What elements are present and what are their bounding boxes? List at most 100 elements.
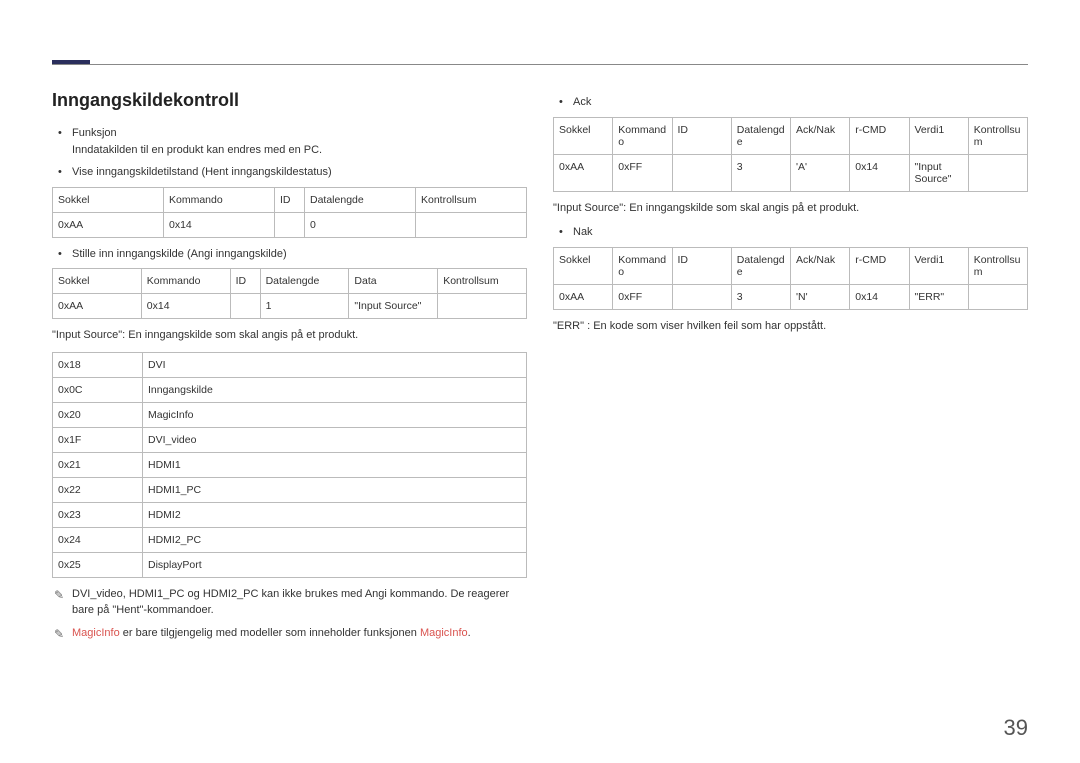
table-header-cell: ID: [275, 187, 305, 212]
table-header-cell: Datalengde: [731, 247, 790, 284]
ack-desc: "Input Source": En inngangskilde som ska…: [553, 200, 1028, 217]
table-ack: SokkelKommandoIDDatalengdeAck/Nakr-CMDVe…: [553, 117, 1028, 192]
table-row: 0x1FDVI_video: [53, 427, 527, 452]
nak-label: Nak: [573, 226, 593, 238]
table-cell: 'A': [791, 154, 850, 191]
table-codes: 0x18DVI0x0CInngangskilde0x20MagicInfo0x1…: [52, 352, 527, 578]
table-header-cell: Datalengde: [260, 269, 349, 294]
table-cell: DisplayPort: [143, 552, 527, 577]
table-cell: [275, 212, 305, 237]
table-header-cell: Sokkel: [53, 269, 142, 294]
table-cell: 0x14: [850, 154, 909, 191]
table-cell: 1: [260, 294, 349, 319]
table-nak: SokkelKommandoIDDatalengdeAck/Nakr-CMDVe…: [553, 247, 1028, 310]
table-row: 0x23HDMI2: [53, 502, 527, 527]
table-header-cell: Kontrollsum: [968, 117, 1027, 154]
table-header-cell: Verdi1: [909, 117, 968, 154]
table-cell: 0x22: [53, 477, 143, 502]
table-cell: 0x14: [850, 284, 909, 309]
table-header-cell: Ack/Nak: [791, 247, 850, 284]
table-header-cell: Kontrollsum: [416, 187, 527, 212]
note2-end: .: [468, 627, 471, 639]
table-cell: 0x14: [164, 212, 275, 237]
stille-item: Stille inn inngangskilde (Angi inngangsk…: [52, 246, 527, 263]
table-row: 0x0CInngangskilde: [53, 377, 527, 402]
table-header-cell: Ack/Nak: [791, 117, 850, 154]
table-cell: [968, 284, 1027, 309]
table-cell: 3: [731, 284, 790, 309]
table-header-cell: Kontrollsum: [438, 269, 527, 294]
note2-text: er bare tilgjengelig med modeller som in…: [120, 627, 420, 639]
table-cell: [672, 154, 731, 191]
table-header-cell: Kommando: [164, 187, 275, 212]
input-source-desc: "Input Source": En inngangskilde som ska…: [52, 327, 527, 344]
table-row: 0x24HDMI2_PC: [53, 527, 527, 552]
nak-desc: "ERR" : En kode som viser hvilken feil s…: [553, 318, 1028, 335]
table-header-cell: Verdi1: [909, 247, 968, 284]
table-cell: HDMI2_PC: [143, 527, 527, 552]
table-cell: HDMI1: [143, 452, 527, 477]
table-row: 0x21HDMI1: [53, 452, 527, 477]
table-cell: [968, 154, 1027, 191]
table-cell: 0xFF: [613, 284, 672, 309]
table-header-cell: Kommando: [613, 117, 672, 154]
right-column: Ack SokkelKommandoIDDatalengdeAck/Nakr-C…: [553, 90, 1028, 647]
table-cell: "Input Source": [909, 154, 968, 191]
left-column: Inngangskildekontroll Funksjon Inndataki…: [52, 90, 527, 647]
table-header-cell: Sokkel: [554, 247, 613, 284]
table-cell: 0x18: [53, 352, 143, 377]
table-header-cell: Sokkel: [53, 187, 164, 212]
table-cell: [230, 294, 260, 319]
page-number: 39: [1004, 715, 1028, 741]
table-header-cell: Kommando: [141, 269, 230, 294]
vise-item: Vise inngangskildetilstand (Hent inngang…: [52, 164, 527, 181]
table-vise: SokkelKommandoIDDatalengdeKontrollsum 0x…: [52, 187, 527, 238]
magicinfo-highlight-2: MagicInfo: [420, 627, 468, 639]
vise-label: Vise inngangskildetilstand (Hent inngang…: [72, 166, 332, 178]
table-cell: [438, 294, 527, 319]
table-header-cell: ID: [672, 247, 731, 284]
table-cell: Inngangskilde: [143, 377, 527, 402]
table-cell: 0x20: [53, 402, 143, 427]
table-row: 0x25DisplayPort: [53, 552, 527, 577]
table-header-cell: Kontrollsum: [968, 247, 1027, 284]
table-cell: MagicInfo: [143, 402, 527, 427]
header-divider: [52, 64, 1028, 65]
note-magicinfo: MagicInfo er bare tilgjengelig med model…: [52, 625, 527, 642]
table-header-cell: Datalengde: [305, 187, 416, 212]
magicinfo-highlight-1: MagicInfo: [72, 627, 120, 639]
table-cell: 0x23: [53, 502, 143, 527]
table-cell: "ERR": [909, 284, 968, 309]
table-cell: "Input Source": [349, 294, 438, 319]
table-header-cell: Sokkel: [554, 117, 613, 154]
table-cell: 0x25: [53, 552, 143, 577]
table-cell: 0xAA: [53, 294, 142, 319]
table-cell: 0: [305, 212, 416, 237]
table-cell: [416, 212, 527, 237]
table-cell: 0xFF: [613, 154, 672, 191]
table-header-cell: ID: [230, 269, 260, 294]
table-cell: 3: [731, 154, 790, 191]
table-header-cell: r-CMD: [850, 247, 909, 284]
ack-label: Ack: [573, 96, 591, 108]
table-cell: 0x1F: [53, 427, 143, 452]
table-header-cell: Data: [349, 269, 438, 294]
table-cell: 0x14: [141, 294, 230, 319]
note-dvi: DVI_video, HDMI1_PC og HDMI2_PC kan ikke…: [52, 586, 527, 619]
table-row: 0x20MagicInfo: [53, 402, 527, 427]
table-stille: SokkelKommandoIDDatalengdeDataKontrollsu…: [52, 268, 527, 319]
table-cell: HDMI1_PC: [143, 477, 527, 502]
content-columns: Inngangskildekontroll Funksjon Inndataki…: [52, 90, 1028, 647]
table-cell: 0xAA: [554, 284, 613, 309]
funksjon-item: Funksjon Inndatakilden til en produkt ka…: [52, 125, 527, 158]
table-cell: 0xAA: [554, 154, 613, 191]
table-header-cell: Kommando: [613, 247, 672, 284]
ack-item: Ack: [553, 94, 1028, 111]
stille-label: Stille inn inngangskilde (Angi inngangsk…: [72, 248, 287, 260]
table-cell: 0x21: [53, 452, 143, 477]
section-title: Inngangskildekontroll: [52, 90, 527, 111]
table-header-cell: ID: [672, 117, 731, 154]
funksjon-label: Funksjon: [72, 127, 117, 139]
table-cell: DVI_video: [143, 427, 527, 452]
nak-item: Nak: [553, 224, 1028, 241]
